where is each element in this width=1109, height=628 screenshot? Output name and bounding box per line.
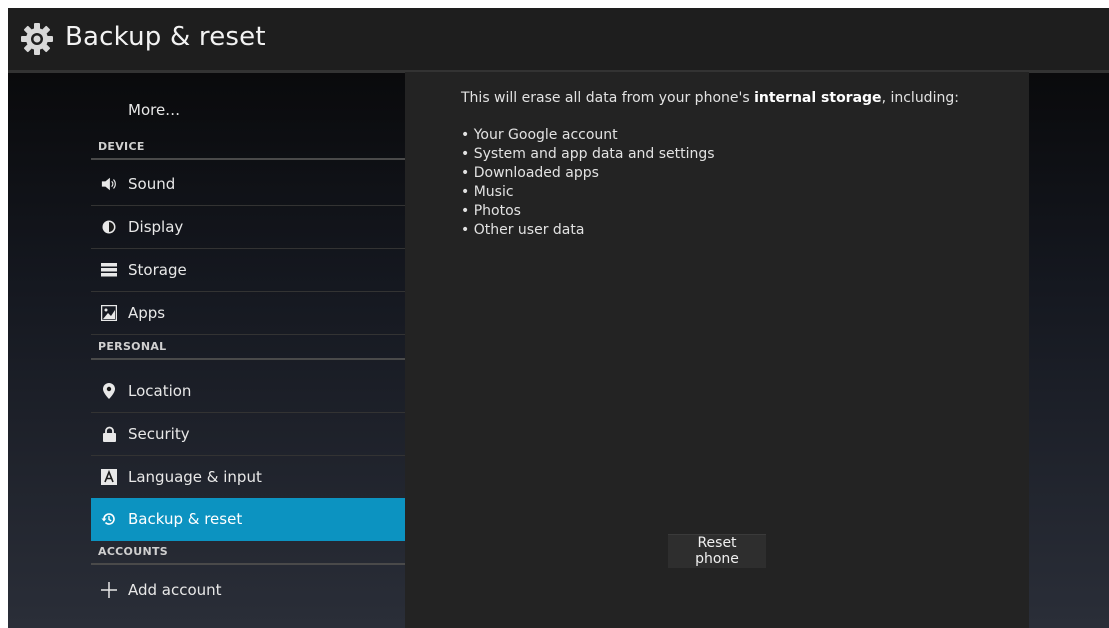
location-pin-icon <box>101 383 117 399</box>
list-item: Downloaded apps <box>461 164 715 183</box>
sidebar-item-label: Apps <box>128 304 166 322</box>
keyboard-icon <box>101 469 117 485</box>
sidebar-item-label: Location <box>128 382 192 400</box>
section-header-device: DEVICE <box>91 136 405 160</box>
sidebar-item-label: Backup & reset <box>128 510 243 528</box>
section-header-personal: PERSONAL <box>91 336 405 360</box>
sidebar-item-more[interactable]: More… <box>91 93 405 129</box>
sidebar-item-label: Sound <box>128 175 176 193</box>
sidebar-item-label: Language & input <box>128 468 262 486</box>
reset-phone-button[interactable]: Reset phone <box>668 534 766 568</box>
list-item: Other user data <box>461 221 715 240</box>
sidebar-item-location[interactable]: Location <box>91 370 405 413</box>
speaker-icon <box>101 176 117 192</box>
reset-details-panel: This will erase all data from your phone… <box>405 72 1029 628</box>
list-item: System and app data and settings <box>461 145 715 164</box>
sidebar-item-add-account[interactable]: Add account <box>91 569 405 611</box>
sidebar-item-backup-reset[interactable]: Backup & reset <box>91 498 405 541</box>
lock-icon <box>101 426 117 442</box>
list-item: Your Google account <box>461 126 715 145</box>
storage-icon <box>101 262 117 278</box>
sidebar-item-display[interactable]: Display <box>91 206 405 249</box>
sidebar-item-label: Storage <box>128 261 187 279</box>
sidebar-item-apps[interactable]: Apps <box>91 292 405 335</box>
sidebar-item-label: Security <box>128 425 190 443</box>
settings-sidebar: More… DEVICE Sound Display Storage Apps … <box>91 73 405 628</box>
erase-items-list: Your Google account System and app data … <box>461 126 715 240</box>
action-bar: Backup & reset <box>8 8 1109 73</box>
plus-icon <box>101 582 117 598</box>
sidebar-item-label: More… <box>128 101 181 119</box>
list-item: Photos <box>461 202 715 221</box>
sidebar-item-storage[interactable]: Storage <box>91 249 405 292</box>
sidebar-item-sound[interactable]: Sound <box>91 163 405 206</box>
sidebar-item-security[interactable]: Security <box>91 413 405 456</box>
sidebar-item-label: Add account <box>128 581 222 599</box>
sidebar-item-language-input[interactable]: Language & input <box>91 456 405 499</box>
brightness-icon <box>101 219 117 235</box>
apps-icon <box>101 305 117 321</box>
gear-icon[interactable] <box>20 22 54 56</box>
backup-restore-icon <box>101 511 117 527</box>
page-title: Backup & reset <box>65 22 266 52</box>
settings-screen: Backup & reset More… DEVICE Sound Displa… <box>8 8 1109 628</box>
section-header-accounts: ACCOUNTS <box>91 541 405 565</box>
erase-warning-text: This will erase all data from your phone… <box>461 90 959 106</box>
sidebar-item-label: Display <box>128 218 184 236</box>
list-item: Music <box>461 183 715 202</box>
